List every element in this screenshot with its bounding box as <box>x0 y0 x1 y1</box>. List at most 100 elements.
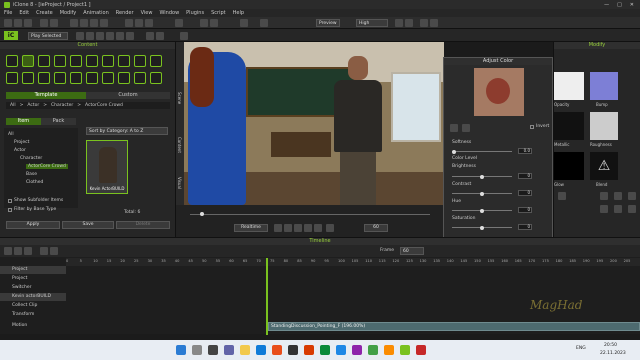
actor-thumbnail[interactable]: Kevin ActorBUILD <box>86 140 128 194</box>
glow-channel-thumb[interactable] <box>554 152 584 180</box>
material-category-icon[interactable] <box>38 72 50 84</box>
softness-slider[interactable] <box>452 149 512 154</box>
menu-modify[interactable]: Modify <box>60 10 77 16</box>
saturation-value[interactable]: 0 <box>518 224 532 230</box>
new-project-icon[interactable] <box>4 19 12 27</box>
gizmo-icon[interactable] <box>156 32 164 40</box>
menu-render[interactable]: Render <box>116 10 134 16</box>
render-icon[interactable] <box>260 19 268 27</box>
minimize-icon[interactable]: — <box>604 2 609 8</box>
sky-category-icon[interactable] <box>118 55 130 67</box>
tab-custom[interactable]: Custom <box>86 92 170 99</box>
channel-tool-icon[interactable] <box>614 192 622 200</box>
voice-icon[interactable] <box>116 32 124 40</box>
effects-category-icon[interactable] <box>150 72 162 84</box>
timeline-tool-icon[interactable] <box>40 247 48 255</box>
maximize-icon[interactable]: □ <box>617 2 622 8</box>
slider-knob[interactable] <box>480 174 484 179</box>
hue-slider[interactable] <box>452 208 512 213</box>
hue-value[interactable]: 0 <box>518 207 532 213</box>
actor-category-icon[interactable] <box>22 55 34 67</box>
play-selected-dropdown[interactable]: Play Selected <box>28 32 68 40</box>
texture-category-icon[interactable] <box>54 72 66 84</box>
compare-icon[interactable] <box>462 124 470 132</box>
checkbox-icon[interactable] <box>8 207 12 212</box>
task-view-icon[interactable] <box>208 345 218 355</box>
channel-tool-icon[interactable] <box>614 205 622 213</box>
project-category-icon[interactable] <box>6 55 18 67</box>
play-icon[interactable] <box>200 19 208 27</box>
prop-icon[interactable] <box>145 19 153 27</box>
tab-item[interactable]: Item <box>6 118 41 125</box>
props-category-icon[interactable] <box>70 55 82 67</box>
roughness-channel-thumb[interactable] <box>590 112 618 140</box>
wireframe-icon[interactable] <box>420 19 428 27</box>
app-icon-4[interactable] <box>320 345 330 355</box>
breadcrumb-all[interactable]: All <box>10 103 16 108</box>
grass-category-icon[interactable] <box>102 72 114 84</box>
media-category-icon[interactable] <box>70 72 82 84</box>
track-motion[interactable]: Motion <box>0 322 66 330</box>
tab-template[interactable]: Template <box>6 92 86 99</box>
app-icon-1[interactable] <box>272 345 282 355</box>
stage-category-icon[interactable] <box>86 55 98 67</box>
face-icon[interactable] <box>106 32 114 40</box>
rotate-icon[interactable] <box>90 19 98 27</box>
file-explorer-icon[interactable] <box>240 345 250 355</box>
timeline-tool-icon[interactable] <box>4 247 12 255</box>
breadcrumb-character[interactable]: Character <box>51 103 73 108</box>
tree-item-actorcore-crowd[interactable]: ActorCore Crowd <box>26 164 68 169</box>
motion-clip[interactable]: StandingDiscussion_Pointing_F (196.00%) <box>268 322 640 331</box>
blend-warning-icon[interactable]: ⚠ <box>590 152 618 180</box>
chat-icon[interactable] <box>224 345 234 355</box>
brightness-slider[interactable] <box>452 174 512 179</box>
loop-icon[interactable] <box>326 224 334 232</box>
slider-knob[interactable] <box>480 191 484 196</box>
iclone-taskbar-icon[interactable] <box>400 345 410 355</box>
channel-tool-icon[interactable] <box>600 192 608 200</box>
edge-icon[interactable] <box>256 345 266 355</box>
menu-window[interactable]: Window <box>159 10 179 16</box>
play-button-icon[interactable] <box>294 224 302 232</box>
app-icon-6[interactable] <box>352 345 362 355</box>
save-button[interactable]: Save <box>62 221 114 229</box>
opacity-channel-thumb[interactable] <box>554 72 584 100</box>
tree-item-base[interactable]: Base <box>26 172 37 177</box>
key-icon[interactable] <box>76 32 84 40</box>
select-icon[interactable] <box>70 19 78 27</box>
frame-input[interactable]: 60 <box>400 247 424 255</box>
search-icon[interactable] <box>192 345 202 355</box>
contrast-slider[interactable] <box>452 191 512 196</box>
light-icon[interactable] <box>135 19 143 27</box>
bump-channel-thumb[interactable] <box>590 72 618 100</box>
head-category-icon[interactable] <box>38 55 50 67</box>
quality-dropdown[interactable]: High <box>356 19 388 27</box>
softness-value[interactable]: 0.0 <box>518 148 532 154</box>
timeline-ruler[interactable]: 0 5 10 15 20 25 30 35 40 45 50 55 60 65 70 75 80 85 90 95 10… <box>66 258 640 266</box>
show-subfolder-option[interactable]: Show Subfolder Items <box>8 198 63 203</box>
redo-icon[interactable] <box>50 19 58 27</box>
app-icon-2[interactable] <box>288 345 298 355</box>
side-tab-visual[interactable]: Visual <box>177 177 182 189</box>
start-icon[interactable] <box>176 345 186 355</box>
breadcrumb-actor[interactable]: Actor <box>27 103 39 108</box>
menu-file[interactable]: File <box>4 10 12 16</box>
breadcrumb-actorcore-crowd[interactable]: ActorCore Crowd <box>85 103 123 108</box>
next-frame-icon[interactable] <box>304 224 312 232</box>
track-kevin-actorbuild[interactable]: Kevin actorBUILD <box>0 293 66 301</box>
track-project-header[interactable]: Project <box>0 266 66 274</box>
checkbox-icon[interactable] <box>8 198 12 203</box>
physics-icon[interactable] <box>180 32 188 40</box>
atmosphere-category-icon[interactable] <box>134 55 146 67</box>
scale-icon[interactable] <box>100 19 108 27</box>
reset-preview-icon[interactable] <box>450 124 458 132</box>
channel-tool-icon[interactable] <box>628 205 636 213</box>
delete-button[interactable]: Delete <box>116 221 170 229</box>
sort-dropdown[interactable]: Sort by Category: A to Z <box>86 127 168 135</box>
side-tab-scene[interactable]: Scene <box>177 92 182 104</box>
menu-edit[interactable]: Edit <box>19 10 29 16</box>
metallic-channel-thumb[interactable] <box>554 112 584 140</box>
open-icon[interactable] <box>14 19 22 27</box>
tree-item-actor[interactable]: Actor <box>14 148 26 153</box>
curve-icon[interactable] <box>86 32 94 40</box>
